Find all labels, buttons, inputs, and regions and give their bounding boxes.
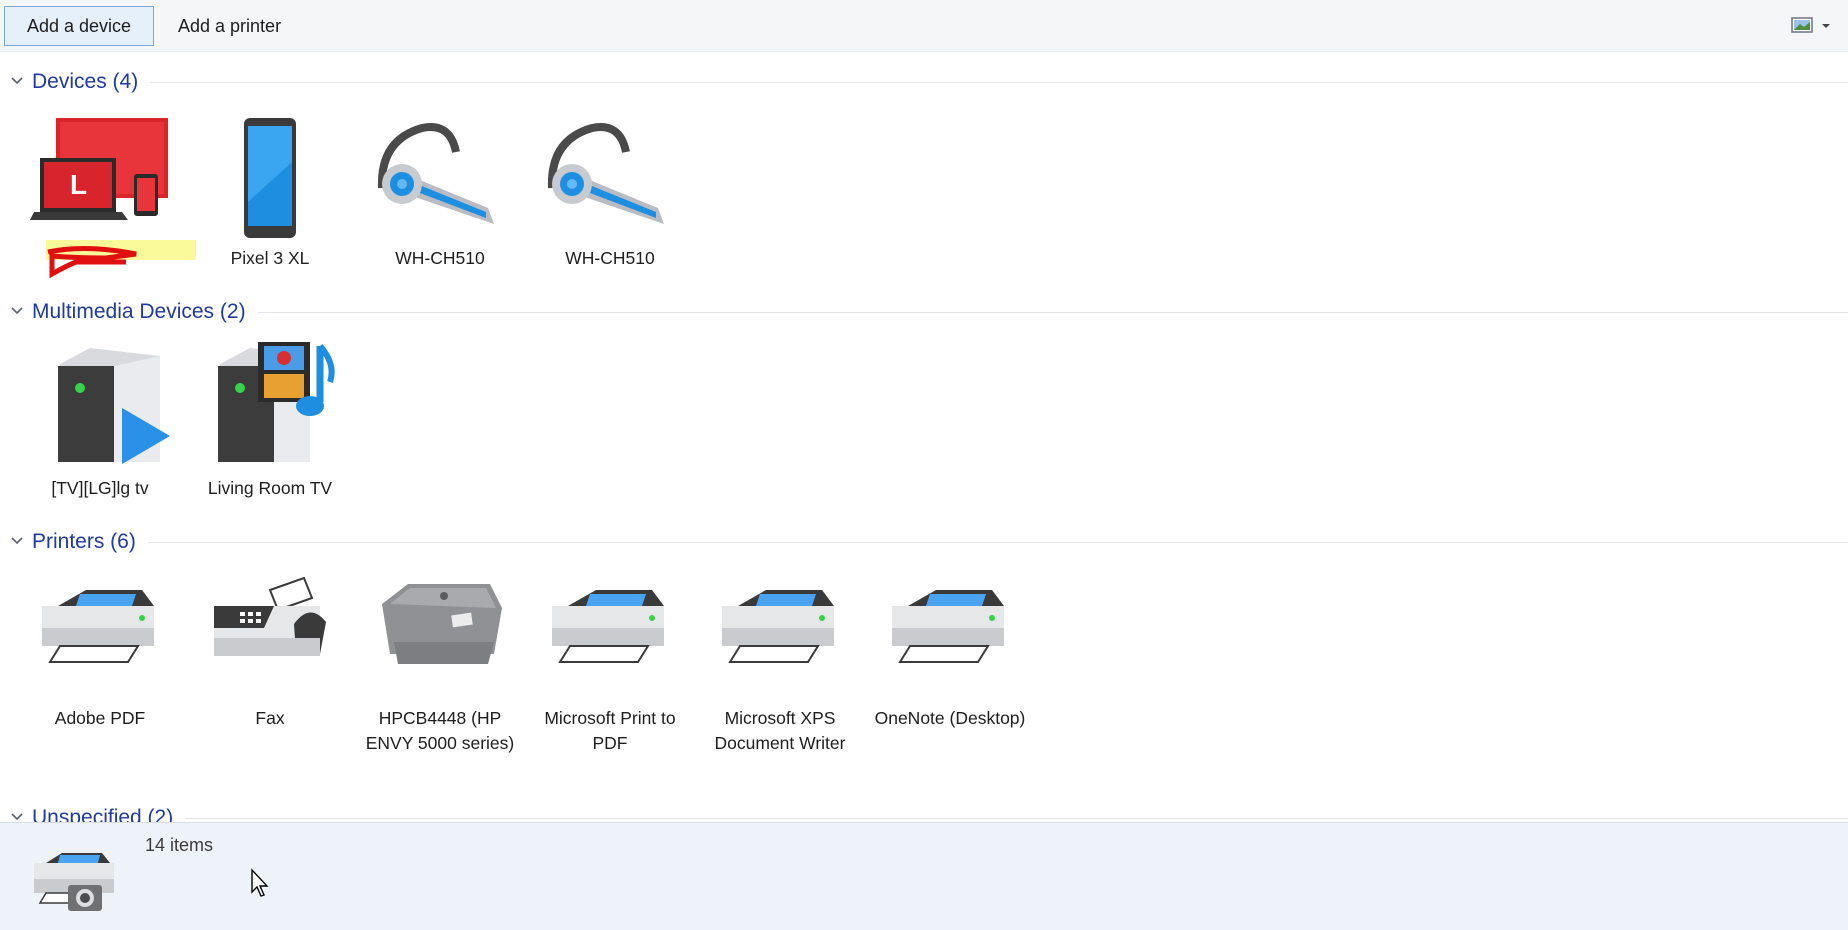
group-header-printers[interactable]: Printers (6): [0, 528, 1848, 556]
printer-label: Fax: [255, 708, 285, 728]
media-server-music-icon: [200, 342, 340, 472]
devices-printers-icon: [34, 853, 114, 911]
printer-label: Microsoft XPS Document Writer: [714, 708, 846, 753]
group-title: Devices (4): [32, 68, 151, 96]
group-divider: [32, 542, 1848, 543]
device-list: Devices (4) L Pixel 3 XL WH-CH510 WH-CH5…: [0, 52, 1848, 822]
group-title: Multimedia Devices (2): [32, 298, 258, 326]
change-view-button[interactable]: [1788, 14, 1838, 38]
fax-icon: [200, 572, 340, 702]
device-label: Pixel 3 XL: [230, 248, 310, 268]
printer-icon: [30, 572, 170, 702]
chevron-down-icon[interactable]: [10, 74, 24, 88]
device-item[interactable]: WH-CH510: [530, 112, 690, 271]
group-divider: [32, 818, 1848, 819]
printer-item[interactable]: OneNote (Desktop): [870, 572, 1030, 731]
group-title: Printers (6): [32, 528, 148, 556]
device-item[interactable]: WH-CH510: [360, 112, 520, 271]
chevron-down-icon[interactable]: [10, 304, 24, 318]
mouse-cursor-icon: [251, 868, 269, 897]
printer-label: HPCB4448 (HP ENVY 5000 series): [365, 708, 515, 753]
headset-icon: [540, 112, 680, 242]
item-count: 14 items: [145, 835, 214, 855]
device-item[interactable]: Pixel 3 XL: [190, 112, 350, 271]
printer-label: Microsoft Print to PDF: [544, 708, 676, 753]
printer-label: Adobe PDF: [54, 708, 146, 728]
add-device-button[interactable]: Add a device: [4, 6, 155, 46]
device-label: WH-CH510: [565, 248, 655, 268]
add-printer-button[interactable]: Add a printer: [155, 6, 304, 46]
printer-icon: [710, 572, 850, 702]
printer-item[interactable]: HPCB4448 (HP ENVY 5000 series): [360, 572, 520, 756]
group-title: Unspecified (2): [32, 804, 186, 822]
hp-printer-icon: [370, 572, 510, 702]
group-header-devices[interactable]: Devices (4): [0, 68, 1848, 96]
group-header-multimedia[interactable]: Multimedia Devices (2): [0, 298, 1848, 326]
chevron-down-icon[interactable]: [10, 534, 24, 548]
printer-item[interactable]: Microsoft Print to PDF: [530, 572, 690, 756]
device-label: [TV][LG]lg tv: [51, 478, 149, 498]
printer-icon: [880, 572, 1020, 702]
media-server-play-icon: [30, 342, 170, 472]
computer-devices-icon: L: [30, 112, 170, 242]
device-label: Living Room TV: [207, 478, 333, 498]
printer-label: OneNote (Desktop): [874, 708, 1026, 728]
printer-icon: [540, 572, 680, 702]
printer-item[interactable]: Microsoft XPS Document Writer: [700, 572, 860, 756]
svg-text:L: L: [70, 169, 87, 200]
group-divider: [32, 312, 1848, 313]
printer-item[interactable]: Fax: [190, 572, 350, 731]
chevron-down-icon[interactable]: [10, 810, 24, 822]
device-label: WH-CH510: [395, 248, 485, 268]
phone-icon: [200, 112, 340, 242]
device-item[interactable]: L: [20, 112, 196, 279]
device-item[interactable]: [TV][LG]lg tv: [20, 342, 180, 501]
group-header-unspecified[interactable]: Unspecified (2): [0, 804, 1848, 822]
redaction-scribble: [46, 240, 196, 279]
group-divider: [32, 82, 1848, 83]
details-pane: 14 items: [0, 822, 1848, 930]
view-options-icon: [1791, 17, 1830, 33]
printer-item[interactable]: Adobe PDF: [20, 572, 180, 731]
headset-icon: [370, 112, 510, 242]
toolbar: Add a device Add a printer: [0, 0, 1848, 52]
device-item[interactable]: Living Room TV: [190, 342, 350, 501]
